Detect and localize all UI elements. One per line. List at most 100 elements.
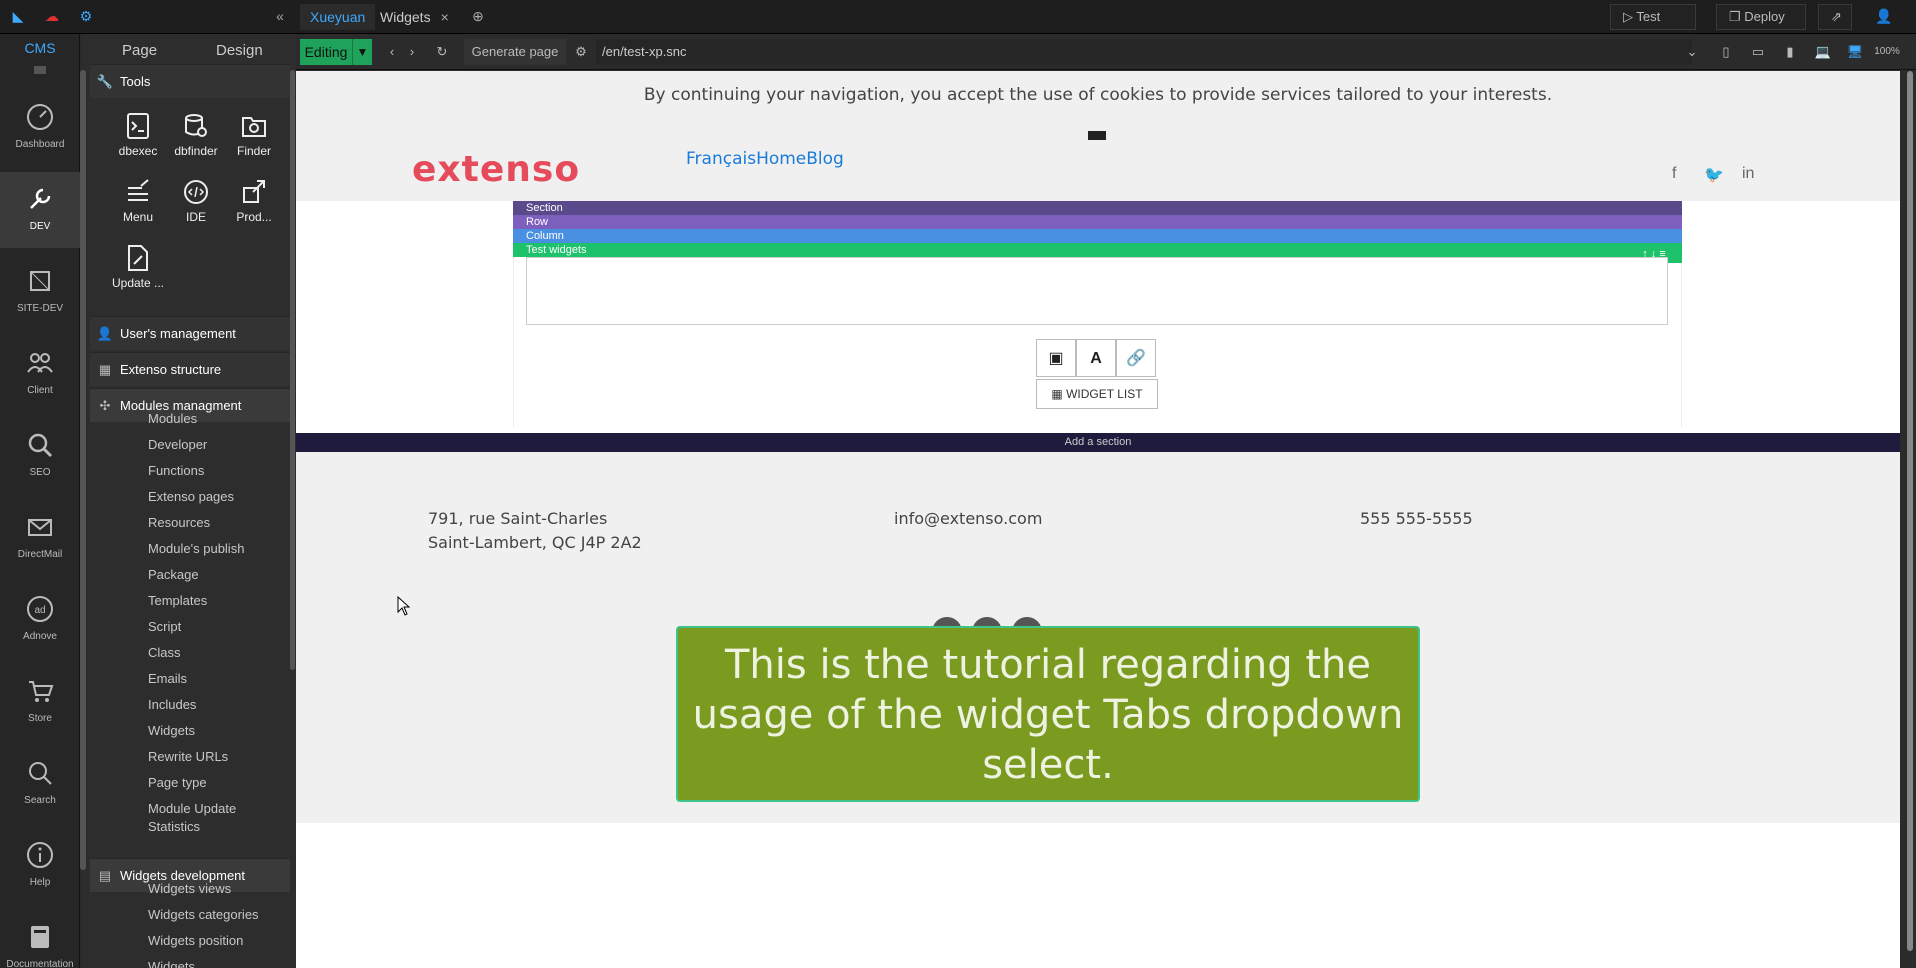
back-icon[interactable]: ‹ — [382, 39, 402, 65]
module-item-widgets[interactable]: Widgets — [148, 722, 195, 740]
tool-finder[interactable]: Finder — [224, 112, 284, 158]
gear-icon[interactable]: ⚙ — [570, 39, 592, 65]
page-scrollbar[interactable] — [1904, 71, 1916, 968]
module-item-templates[interactable]: Templates — [148, 592, 207, 610]
module-item-functions[interactable]: Functions — [148, 462, 204, 480]
footer-email[interactable]: info@extenso.com — [894, 507, 1042, 531]
grid-icon: ▦ — [1051, 387, 1063, 401]
widget-content-box[interactable] — [526, 257, 1668, 325]
tool-update[interactable]: Update ... — [108, 244, 168, 290]
page-scrollbar-thumb[interactable] — [1907, 71, 1913, 951]
widget-list-button[interactable]: ▦ WIDGET LIST — [1036, 379, 1158, 409]
module-item-modules[interactable]: Modules — [148, 410, 197, 428]
user-icon[interactable]: 👤 — [1874, 6, 1894, 26]
column-bar[interactable]: Column — [513, 229, 1682, 243]
module-item-package[interactable]: Package — [148, 566, 199, 584]
module-item-includes[interactable]: Includes — [148, 696, 196, 714]
rail-item-client[interactable]: Client — [0, 336, 80, 412]
tab-page[interactable]: Page — [122, 42, 157, 59]
module-item-publish[interactable]: Module's publish — [148, 540, 244, 558]
close-icon[interactable]: × — [441, 9, 449, 25]
tab-widgets[interactable]: Widgets × — [370, 4, 459, 30]
mobile-icon[interactable]: ▯ — [1716, 39, 1736, 65]
logo-icon[interactable]: ◣ — [8, 6, 28, 26]
site-logo[interactable]: extenso — [412, 149, 580, 190]
users-icon — [27, 353, 53, 373]
tool-label: Update ... — [111, 276, 165, 290]
settings-icon[interactable]: ⚙ — [76, 6, 96, 26]
chevron-down-icon[interactable]: ▼ — [352, 39, 372, 65]
test-button[interactable]: ▷ Test — [1610, 4, 1696, 30]
tool-dbexec[interactable]: dbexec — [108, 112, 168, 158]
module-item-script[interactable]: Script — [148, 618, 181, 636]
rail-scrollbar[interactable] — [80, 70, 86, 870]
editing-mode-button[interactable]: Editing — [300, 39, 352, 65]
rail-item-seo[interactable]: SEO — [0, 418, 80, 494]
tool-dbfinder[interactable]: dbfinder — [166, 112, 226, 158]
rail-item-help[interactable]: Help — [0, 828, 80, 904]
tab-xueyuan[interactable]: Xueyuan — [300, 4, 376, 30]
rail-item-documentation[interactable]: Documentation — [0, 910, 80, 968]
add-tab-icon[interactable]: ⊕ — [468, 6, 488, 26]
link-icon[interactable]: 🔗 — [1116, 339, 1156, 377]
module-item-emails[interactable]: Emails — [148, 670, 187, 688]
svg-text:ad: ad — [34, 605, 45, 616]
linkedin-icon[interactable]: in — [1742, 165, 1754, 183]
panel-scrollbar[interactable] — [290, 70, 295, 670]
deploy-button[interactable]: ❐ Deploy — [1716, 4, 1806, 30]
refresh-icon[interactable]: ↻ — [430, 39, 454, 65]
rail-item-dev[interactable]: DEV — [0, 172, 80, 248]
module-item-developer[interactable]: Developer — [148, 436, 207, 454]
widgets-dev-item-position[interactable]: Widgets position — [148, 932, 243, 950]
cloud-icon[interactable]: ☁ — [42, 6, 62, 26]
tab-design[interactable]: Design — [216, 42, 263, 59]
module-item-page-type[interactable]: Page type — [148, 774, 207, 792]
laptop-icon[interactable]: 💻 — [1810, 39, 1836, 65]
forward-icon[interactable]: › — [402, 39, 422, 65]
rail-item-store[interactable]: Store — [0, 664, 80, 740]
zoom-level[interactable]: 100% — [1872, 39, 1902, 65]
generate-page-button[interactable]: Generate page — [464, 39, 566, 65]
close-cookie-button[interactable] — [1088, 131, 1106, 140]
site-nav-links[interactable]: FrançaisHomeBlog — [686, 149, 844, 169]
rail-item-adnove[interactable]: ad Adnove — [0, 582, 80, 658]
widgets-dev-item-widgets[interactable]: Widgets — [148, 958, 195, 968]
cms-label[interactable]: CMS — [0, 40, 80, 56]
structure-header[interactable]: ▦ Extenso structure — [90, 352, 290, 386]
external-link-icon[interactable]: ⇗ — [1818, 4, 1852, 30]
url-input[interactable]: /en/test-xp.snc — [596, 39, 1692, 65]
image-icon[interactable]: ▣ — [1036, 339, 1076, 377]
url-dropdown-icon[interactable]: ⌄ — [1682, 39, 1702, 65]
tool-prod[interactable]: Prod... — [224, 178, 284, 224]
address-line-2: Saint-Lambert, QC J4P 2A2 — [428, 533, 642, 552]
tools-header[interactable]: 🔧 Tools — [90, 64, 290, 98]
rail-item-search[interactable]: Search — [0, 746, 80, 822]
collapse-icon[interactable]: « — [270, 6, 290, 26]
users-header[interactable]: 👤 User's management — [90, 316, 290, 350]
section-bar[interactable]: Section — [513, 201, 1682, 215]
tablet-icon[interactable]: ▮ — [1778, 39, 1802, 65]
desktop-icon[interactable]: 🖥 — [1842, 39, 1868, 65]
module-item-rewrite-urls[interactable]: Rewrite URLs — [148, 748, 228, 766]
widgets-dev-item-views[interactable]: Widgets views — [148, 880, 231, 898]
tool-menu[interactable]: Menu — [108, 178, 168, 224]
widgets-dev-item-categories[interactable]: Widgets categories — [148, 906, 259, 924]
module-item-resources[interactable]: Resources — [148, 514, 210, 532]
add-section-bar[interactable]: Add a section — [296, 433, 1900, 452]
text-icon[interactable]: A — [1076, 339, 1116, 377]
row-bar[interactable]: Row — [513, 215, 1682, 229]
rail-item-dashboard[interactable]: Dashboard — [0, 90, 80, 166]
menu-edit-icon — [128, 179, 149, 201]
mobile-landscape-icon[interactable]: ▭ — [1746, 39, 1770, 65]
module-item-class[interactable]: Class — [148, 644, 181, 662]
left-rail: CMS Dashboard DEV SITE-DEV Client SEO Di… — [0, 34, 80, 968]
module-item-update-statistics[interactable]: Module Update Statistics — [148, 800, 258, 836]
facebook-icon[interactable]: f — [1672, 165, 1676, 183]
widget-bar[interactable]: Test widgets — [513, 243, 1682, 257]
tool-ide[interactable]: IDE — [166, 178, 226, 224]
rail-item-directmail[interactable]: DirectMail — [0, 500, 80, 576]
module-item-extenso-pages[interactable]: Extenso pages — [148, 488, 234, 506]
twitter-icon[interactable]: 🐦 — [1704, 165, 1724, 185]
rail-item-site-dev[interactable]: SITE-DEV — [0, 254, 80, 330]
folder-search-icon — [242, 117, 266, 137]
